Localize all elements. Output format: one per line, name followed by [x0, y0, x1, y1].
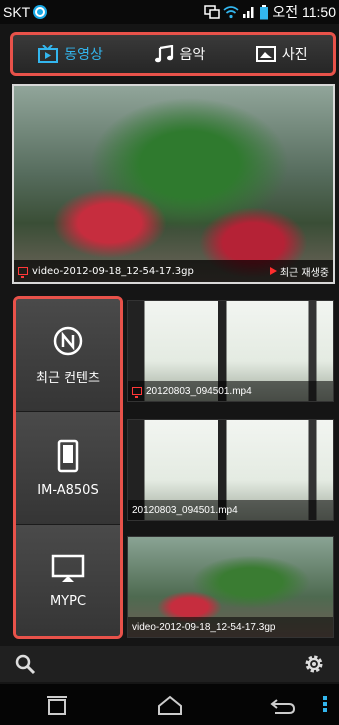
- device-mypc[interactable]: MYPC: [16, 525, 120, 636]
- file-name: 20120803_094501.mp4: [132, 504, 238, 516]
- bottom-toolbar: [0, 646, 339, 682]
- video-icon: [38, 45, 59, 63]
- video-thumbnail: [14, 86, 333, 282]
- carrier-label: SKT: [3, 4, 31, 20]
- app-notification-icon: [33, 5, 48, 19]
- tab-music[interactable]: 음악: [154, 44, 206, 64]
- file-item[interactable]: video-2012-09-18_12-54-17.3gp: [127, 536, 334, 638]
- overflow-menu-icon[interactable]: [323, 696, 327, 712]
- device-im-a850s[interactable]: IM-A850S: [16, 412, 120, 525]
- video-file-icon: [18, 267, 28, 278]
- file-name-bar: 20120803_094501.mp4: [128, 500, 333, 520]
- recent-n-icon: [53, 326, 83, 355]
- phone-icon: [57, 439, 79, 472]
- video-file-icon: [132, 387, 142, 398]
- file-item[interactable]: 20120803_094501.mp4: [127, 300, 334, 402]
- recent-playing-label: 최근 재생중: [279, 267, 329, 279]
- tab-photo[interactable]: 사진: [255, 44, 308, 64]
- tab-video[interactable]: 동영상: [38, 44, 103, 64]
- tab-photo-label: 사진: [281, 47, 308, 63]
- signal-icon: [243, 7, 254, 18]
- screen-mirror-icon: [204, 5, 221, 19]
- file-name: 20120803_094501.mp4: [146, 385, 252, 397]
- media-tab-bar: 동영상 음악 사진: [10, 32, 336, 76]
- battery-icon: [260, 4, 269, 19]
- file-item[interactable]: 20120803_094501.mp4: [127, 419, 334, 521]
- status-bar: SKT 오전 11:50: [0, 0, 339, 24]
- wifi-icon: [223, 6, 239, 19]
- file-name: video-2012-09-18_12-54-17.3gp: [132, 621, 276, 633]
- file-name-bar: 20120803_094501.mp4: [128, 381, 333, 401]
- photo-icon: [255, 46, 276, 62]
- clock: 오전 11:50: [272, 4, 336, 20]
- play-icon: [269, 267, 277, 275]
- recent-playing-indicator: 최근 재생중: [269, 264, 329, 279]
- recent-apps-icon[interactable]: [43, 694, 71, 716]
- device-list: 최근 컨텐츠 IM-A850S MYPC: [13, 296, 123, 639]
- home-icon[interactable]: [156, 694, 184, 716]
- system-nav-bar: [0, 684, 339, 725]
- music-note-icon: [154, 45, 173, 63]
- device-recent-content[interactable]: 최근 컨텐츠: [16, 299, 120, 412]
- device-recent-label: 최근 컨텐츠: [36, 370, 100, 386]
- file-name-bar: video-2012-09-18_12-54-17.3gp: [128, 617, 333, 637]
- recent-video-preview[interactable]: video-2012-09-18_12-54-17.3gp 최근 재생중: [12, 84, 335, 284]
- recent-video-caption: video-2012-09-18_12-54-17.3gp 최근 재생중: [14, 260, 333, 282]
- device-phone-label: IM-A850S: [37, 482, 99, 498]
- recent-video-filename: video-2012-09-18_12-54-17.3gp: [32, 265, 194, 277]
- tab-music-label: 음악: [179, 47, 206, 63]
- monitor-icon: [51, 554, 85, 582]
- device-pc-label: MYPC: [49, 594, 87, 609]
- search-icon[interactable]: [14, 653, 36, 675]
- tab-video-label: 동영상: [64, 47, 103, 63]
- settings-gear-icon[interactable]: [303, 653, 325, 675]
- back-icon[interactable]: [269, 694, 297, 716]
